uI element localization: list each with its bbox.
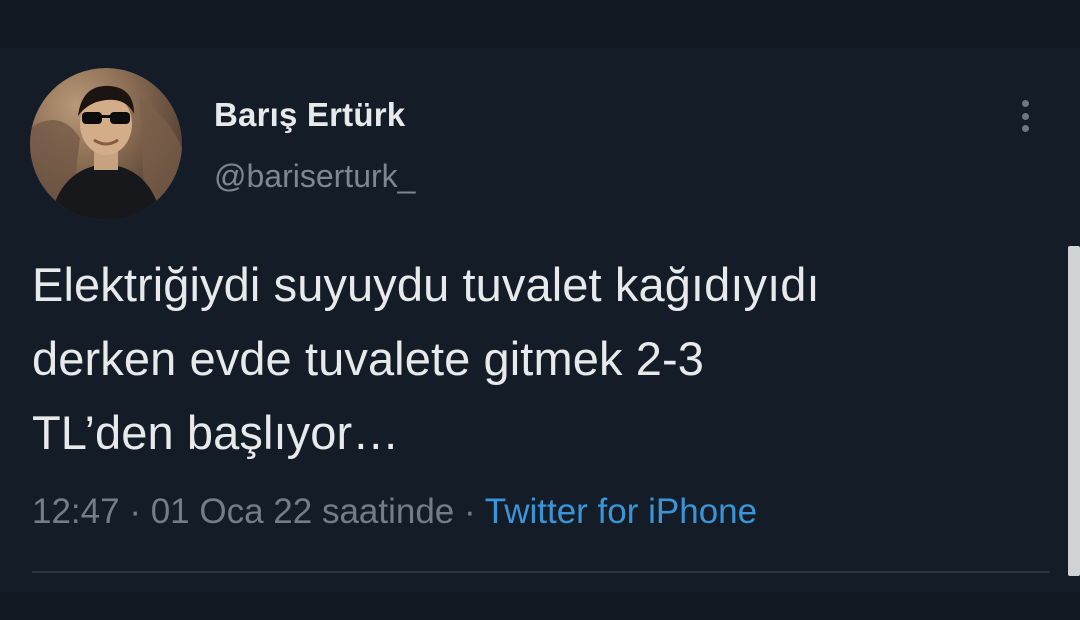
tweet-text: Elektriğiydi suyuydu tuvalet kağıdıyıdı … [32, 248, 1042, 470]
tweet-card: Barış Ertürk @bariserturk_ Elektriğiydi … [0, 0, 1080, 620]
author-handle[interactable]: @bariserturk_ [214, 158, 415, 195]
avatar[interactable] [30, 68, 182, 220]
scrollbar[interactable] [1068, 246, 1080, 576]
more-options-button[interactable] [1010, 96, 1040, 136]
divider [32, 571, 1050, 573]
more-vertical-icon [1021, 100, 1029, 107]
tweet-text-line: TL’den başlıyor… [32, 406, 400, 459]
tweet-time[interactable]: 12:47 [32, 492, 120, 531]
tweet-source-link[interactable]: Twitter for iPhone [485, 492, 757, 531]
top-bar [0, 0, 1080, 48]
author-name[interactable]: Barış Ertürk [214, 96, 405, 134]
avatar-photo [30, 85, 182, 220]
tweet-meta: 12:47 · 01 Oca 22 saatinde · Twitter for… [32, 492, 757, 532]
meta-separator: · [464, 492, 485, 531]
more-vertical-icon-dot [1021, 125, 1029, 132]
tweet-text-line: derken evde tuvalete gitmek 2-3 [32, 332, 704, 385]
tweet-date[interactable]: 01 Oca 22 saatinde [151, 492, 455, 531]
meta-separator: · [129, 492, 151, 531]
bottom-bar [0, 592, 1080, 620]
more-vertical-icon-dot [1021, 112, 1029, 120]
tweet-text-line: Elektriğiydi suyuydu tuvalet kağıdıyıdı [32, 258, 820, 311]
